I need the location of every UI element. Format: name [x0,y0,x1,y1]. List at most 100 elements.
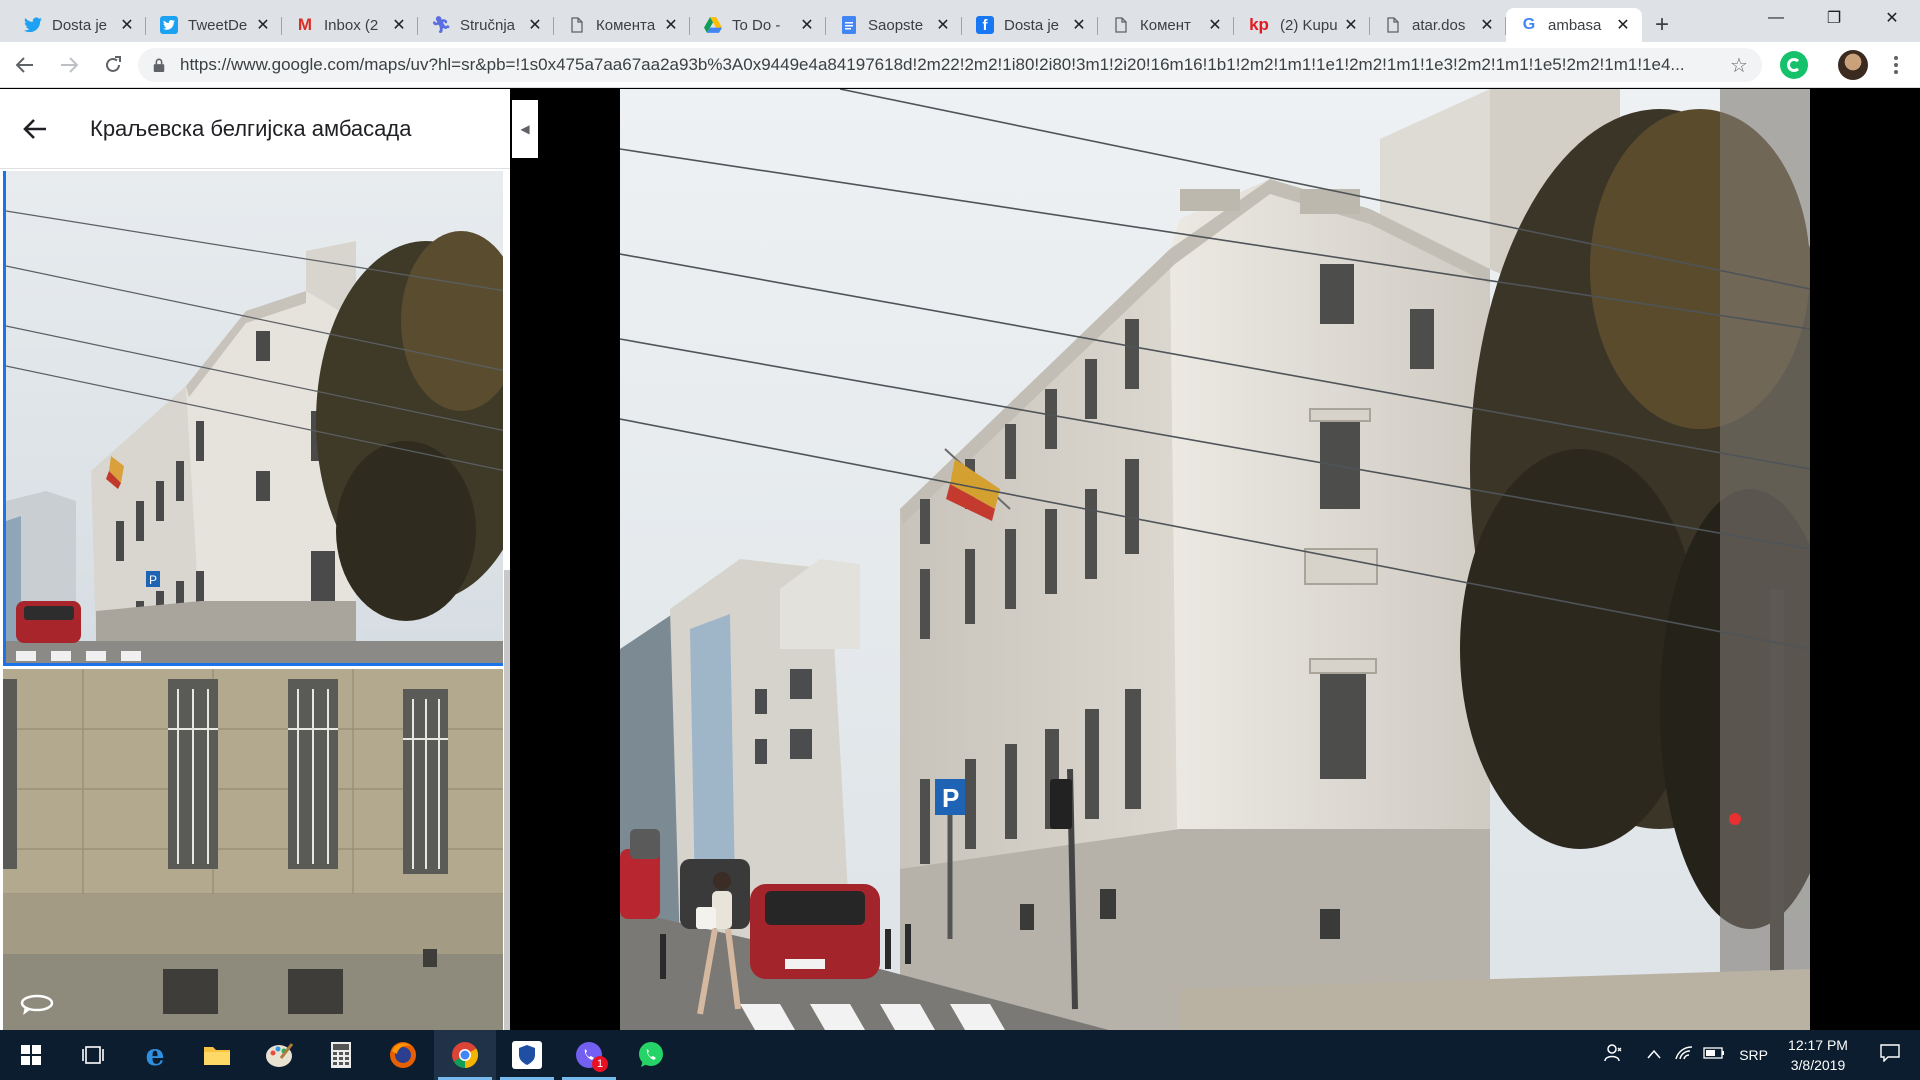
battery-icon[interactable] [1699,1046,1729,1064]
document-icon [1384,16,1402,34]
tab[interactable]: Коментa ✕ [554,8,690,42]
restore-button[interactable]: ❐ [1806,0,1862,36]
bookmark-star-icon[interactable]: ☆ [1724,53,1754,78]
reload-button[interactable] [94,46,132,84]
person-icon: 🏃︎ [430,17,452,34]
new-tab-button[interactable]: + [1642,8,1682,42]
firefox-button[interactable] [372,1030,434,1080]
forward-button[interactable] [50,46,88,84]
photo-thumbnail[interactable] [3,669,503,1030]
close-icon[interactable]: ✕ [390,15,408,35]
building-photo-thumbnail: P [6,171,503,663]
back-button[interactable] [6,46,44,84]
close-icon[interactable]: ✕ [798,15,816,35]
tab[interactable]: f Dosta je ✕ [962,8,1098,42]
edge-button[interactable]: e [124,1030,186,1080]
tab-title: Dosta je [52,16,108,34]
google-icon: G [1522,16,1536,33]
collapse-panel-button[interactable]: ◀ [512,100,538,158]
firefox-icon [390,1042,416,1068]
close-window-button[interactable]: ✕ [1864,0,1920,36]
google-drive-icon [704,16,722,34]
tab-active[interactable]: G ambasa ✕ [1506,8,1642,42]
kp-icon: kp [1249,15,1269,34]
tab[interactable]: kp (2) Kupu ✕ [1234,8,1370,42]
folder-icon [204,1047,230,1065]
chrome-button[interactable] [434,1030,496,1080]
close-icon[interactable]: ✕ [1342,15,1360,35]
url-text: https://www.google.com/maps/uv?hl=sr&pb=… [180,55,1685,74]
panel-scrollbar[interactable] [504,570,510,1030]
start-button[interactable] [0,1030,62,1080]
taskbar-clock[interactable]: 12:17 PM 3/8/2019 [1776,1035,1860,1075]
close-icon[interactable]: ✕ [118,15,136,35]
paint-button[interactable] [248,1030,310,1080]
tab-title: Saopste [868,16,924,34]
main-photo-viewer[interactable]: P [620,89,1810,1030]
document-icon [1112,16,1130,34]
tab[interactable]: Dosta je ✕ [10,8,146,42]
tab-title: Stručnja [460,16,516,34]
windows-photo-thumbnail [3,669,503,1030]
task-view-button[interactable] [62,1030,124,1080]
embassy-building-photo: P [620,89,1810,1030]
facebook-icon: f [976,16,994,34]
minimize-button[interactable]: — [1748,0,1804,36]
file-explorer-button[interactable] [186,1030,248,1080]
tab[interactable]: TweetDe ✕ [146,8,282,42]
tab-title: TweetDe [188,16,248,34]
360-rotate-icon[interactable] [19,991,55,1015]
svg-text:P: P [942,783,959,813]
whatsapp-icon [639,1042,663,1067]
photo-side-panel: Краљевска белгијска амбасада P [0,89,510,1030]
gmail-icon: M [297,15,313,34]
viber-button[interactable]: 1 [558,1030,620,1080]
tab-title: (2) Kupu [1280,16,1338,34]
grammarly-icon[interactable] [1780,51,1808,79]
edge-icon: e [145,1037,165,1073]
close-icon[interactable]: ✕ [526,15,544,35]
tab[interactable]: 🏃︎ Stručnja ✕ [418,8,554,42]
tab[interactable]: atar.dos ✕ [1370,8,1506,42]
tab-title: Dosta je [1004,16,1060,34]
tab-title: ambasa [1548,16,1602,34]
defender-button[interactable] [496,1030,558,1080]
arrow-left-icon [16,56,33,73]
menu-kebab-icon[interactable] [1884,50,1908,80]
wifi-icon[interactable] [1669,1045,1699,1066]
close-icon[interactable]: ✕ [1206,15,1224,35]
input-language[interactable]: SRP [1739,1047,1768,1063]
close-icon[interactable]: ✕ [1614,15,1632,35]
tab-title: To Do - [732,16,781,34]
calculator-button[interactable] [310,1030,372,1080]
back-arrow-button[interactable] [0,118,70,140]
tab-title: atar.dos [1412,16,1466,34]
chevron-up-icon[interactable] [1639,1046,1669,1064]
close-icon[interactable]: ✕ [662,15,680,35]
chrome-icon [452,1042,479,1069]
action-center-icon[interactable] [1860,1043,1920,1067]
arrow-left-icon [23,118,46,139]
tab-title: Комент [1140,16,1191,34]
screen: Dosta je ✕ TweetDe ✕ M Inbox (2 ✕ 🏃︎ Str… [0,0,1920,1080]
tab[interactable]: M Inbox (2 ✕ [282,8,418,42]
close-icon[interactable]: ✕ [934,15,952,35]
tab[interactable]: Комент ✕ [1098,8,1234,42]
close-icon[interactable]: ✕ [1478,15,1496,35]
task-view-icon [82,1046,104,1064]
close-icon[interactable]: ✕ [254,15,272,35]
whatsapp-button[interactable] [620,1030,682,1080]
address-bar[interactable]: https://www.google.com/maps/uv?hl=sr&pb=… [138,48,1762,82]
google-docs-icon [840,16,858,34]
avatar[interactable] [1838,50,1868,80]
arrow-right-icon [61,56,78,73]
people-icon[interactable] [1599,1043,1629,1067]
tab-title: Коментa [596,16,656,34]
photo-thumbnail-selected[interactable]: P [3,171,503,666]
tab[interactable]: Saopste ✕ [826,8,962,42]
tab-title: Inbox (2 [324,16,379,34]
shield-icon [512,1041,542,1069]
tab[interactable]: To Do - ✕ [690,8,826,42]
clock-date: 3/8/2019 [1790,1057,1846,1073]
close-icon[interactable]: ✕ [1070,15,1088,35]
